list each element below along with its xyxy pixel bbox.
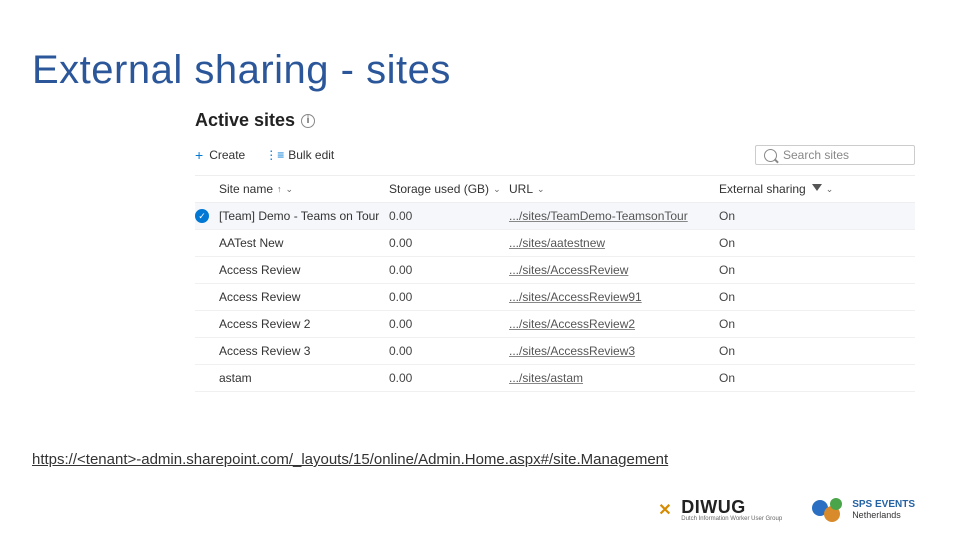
site-name-cell: Access Review [219, 263, 389, 277]
chevron-down-icon: ⌄ [537, 184, 545, 195]
storage-cell: 0.00 [389, 263, 509, 277]
diwug-logo: DIWUG Dutch Information Worker User Grou… [657, 497, 782, 522]
site-name-cell: AATest New [219, 236, 389, 250]
search-placeholder: Search sites [783, 148, 849, 162]
bulk-edit-button[interactable]: ⋮≡ Bulk edit [265, 148, 334, 162]
site-name-cell: Access Review 2 [219, 317, 389, 331]
list-icon: ⋮≡ [265, 148, 284, 162]
storage-cell: 0.00 [389, 344, 509, 358]
storage-cell: 0.00 [389, 371, 509, 385]
storage-cell: 0.00 [389, 317, 509, 331]
site-name-cell: Access Review [219, 290, 389, 304]
panel-title: Active sites [195, 110, 295, 131]
url-cell[interactable]: .../sites/AccessReview [509, 263, 719, 277]
url-cell[interactable]: .../sites/astam [509, 371, 719, 385]
external-sharing-cell: On [719, 371, 859, 385]
chevron-down-icon: ⌄ [493, 184, 501, 195]
column-headers: Site name ↑ ⌄ Storage used (GB) ⌄ URL ⌄ … [195, 176, 915, 203]
table-row[interactable]: Access Review 30.00.../sites/AccessRevie… [195, 338, 915, 365]
sps-subtitle: Netherlands [852, 510, 915, 520]
chevron-down-icon: ⌄ [286, 184, 294, 195]
diwug-text: DIWUG [681, 497, 746, 517]
url-cell[interactable]: .../sites/AccessReview2 [509, 317, 719, 331]
diwug-subtitle: Dutch Information Worker User Group [681, 516, 782, 522]
sort-asc-icon: ↑ [277, 184, 282, 194]
site-name-cell: Access Review 3 [219, 344, 389, 358]
table-row[interactable]: Access Review 20.00.../sites/AccessRevie… [195, 311, 915, 338]
col-external-sharing[interactable]: External sharing ⌄ [719, 182, 859, 196]
bulk-edit-label: Bulk edit [288, 148, 334, 162]
footer-logos: DIWUG Dutch Information Worker User Grou… [657, 497, 915, 522]
table-row[interactable]: AATest New0.00.../sites/aatestnewOn [195, 230, 915, 257]
storage-cell: 0.00 [389, 236, 509, 250]
external-sharing-cell: On [719, 344, 859, 358]
url-cell[interactable]: .../sites/AccessReview91 [509, 290, 719, 304]
sps-circles-icon [812, 498, 846, 522]
search-icon [764, 149, 777, 162]
plus-icon: + [195, 147, 203, 163]
admin-url-link[interactable]: https://<tenant>-admin.sharepoint.com/_l… [32, 451, 668, 468]
external-sharing-cell: On [719, 317, 859, 331]
site-name-cell: [Team] Demo - Teams on Tour [219, 209, 389, 223]
url-cell[interactable]: .../sites/aatestnew [509, 236, 719, 250]
external-sharing-cell: On [719, 290, 859, 304]
external-sharing-cell: On [719, 263, 859, 277]
table-row[interactable]: Access Review0.00.../sites/AccessReviewO… [195, 257, 915, 284]
col-site-name[interactable]: Site name ↑ ⌄ [219, 182, 389, 196]
url-cell[interactable]: .../sites/TeamDemo-TeamsonTour [509, 209, 719, 223]
url-cell[interactable]: .../sites/AccessReview3 [509, 344, 719, 358]
filter-icon [812, 184, 822, 194]
command-bar: + Create ⋮≡ Bulk edit Search sites [195, 139, 915, 176]
create-button[interactable]: + Create [195, 147, 245, 163]
sps-text: SPS EVENTS [852, 500, 915, 510]
site-name-cell: astam [219, 371, 389, 385]
chevron-down-icon: ⌄ [826, 184, 834, 195]
external-sharing-cell: On [719, 209, 859, 223]
site-rows: ✓[Team] Demo - Teams on Tour0.00.../site… [195, 203, 915, 392]
diwug-mark-icon [657, 501, 675, 519]
col-storage[interactable]: Storage used (GB) ⌄ [389, 182, 509, 196]
sps-events-logo: SPS EVENTS Netherlands [812, 498, 915, 522]
external-sharing-cell: On [719, 236, 859, 250]
table-row[interactable]: ✓ [Team] Demo - Teams on Tour0.00.../site… [195, 203, 915, 230]
storage-cell: 0.00 [389, 209, 509, 223]
storage-cell: 0.00 [389, 290, 509, 304]
create-label: Create [209, 148, 245, 162]
checkmark-icon: ✓ [195, 209, 209, 223]
col-url[interactable]: URL ⌄ [509, 182, 719, 196]
table-row[interactable]: astam0.00.../sites/astamOn [195, 365, 915, 392]
search-input[interactable]: Search sites [755, 145, 915, 165]
help-icon[interactable]: i [301, 114, 315, 128]
active-sites-panel: Active sites i + Create ⋮≡ Bulk edit Sea… [195, 110, 915, 392]
table-row[interactable]: Access Review0.00.../sites/AccessReview9… [195, 284, 915, 311]
slide-title: External sharing - sites [32, 48, 451, 93]
